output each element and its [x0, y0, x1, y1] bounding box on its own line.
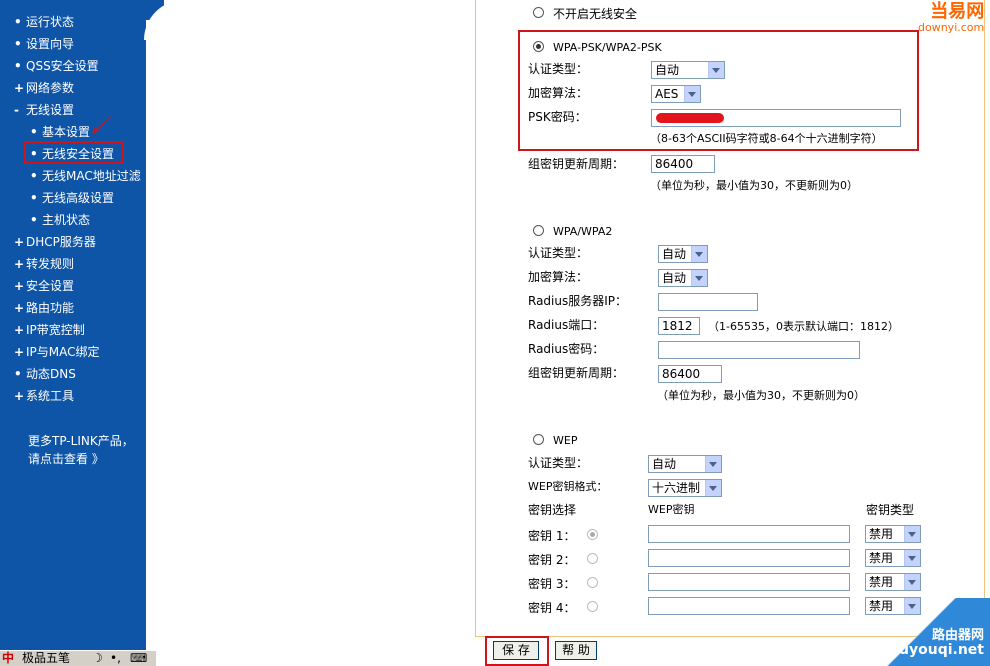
radius-password-input[interactable]	[658, 341, 860, 359]
radius-ip-input[interactable]	[658, 293, 758, 311]
radius-port-label: Radius端口：	[528, 318, 605, 332]
no-security-label: 不开启无线安全	[553, 7, 638, 21]
wpa-psk-auth-select[interactable]: 自动	[651, 61, 725, 79]
chevron-down-icon	[904, 574, 920, 590]
wep-key-2-input[interactable]	[648, 549, 850, 567]
wep-key-3-input[interactable]	[648, 573, 850, 591]
watermark-bottom-name: 路由器网	[931, 628, 984, 643]
chevron-down-icon	[684, 86, 700, 102]
radio-wpa[interactable]	[533, 225, 544, 236]
chevron-down-icon	[705, 456, 721, 472]
wpa-auth-select[interactable]: 自动	[658, 245, 708, 263]
radio-no-security[interactable]	[533, 7, 544, 18]
wep-key-3-radio[interactable]	[587, 577, 598, 588]
wpa-psk-title: WPA-PSK/WPA2-PSK	[553, 41, 662, 54]
wpa-psk-auth-label: 认证类型：	[528, 62, 589, 76]
wep-key-4-radio[interactable]	[587, 601, 598, 612]
wpa-psk-renew-hint: （单位为秒，最小值为30，不更新则为0）	[650, 179, 858, 192]
psk-hint: （8-63个ASCII码字符或8-64个十六进制字符）	[650, 132, 883, 145]
wpa-psk-enc-select[interactable]: AES	[651, 85, 701, 103]
watermark-top: 当易网 downyi.com	[918, 2, 984, 34]
ime-moon-icon[interactable]: ☽	[92, 651, 103, 666]
wep-key-2-type-select[interactable]: 禁用	[865, 549, 921, 567]
wep-key-1-type-select[interactable]: 禁用	[865, 525, 921, 543]
ime-keyboard-icon[interactable]: ⌨	[130, 651, 147, 666]
radius-port-hint: （1-65535，0表示默认端口：1812）	[708, 320, 899, 333]
wep-format-label: WEP密钥格式：	[528, 480, 608, 493]
wpa-title: WPA/WPA2	[553, 225, 613, 238]
radius-password-label: Radius密码：	[528, 342, 605, 356]
watermark-top-name: 当易网	[930, 1, 985, 22]
chevron-down-icon	[691, 270, 707, 286]
wpa-auth-label: 认证类型：	[528, 246, 589, 260]
wep-format-select[interactable]: 十六进制	[648, 479, 722, 497]
wpa-renew-hint: （单位为秒，最小值为30，不更新则为0）	[657, 389, 865, 402]
wep-key-2-label: 密钥 2：	[528, 553, 576, 567]
wep-col-key: WEP密钥	[648, 503, 695, 516]
wpa-psk-enc-label: 加密算法：	[528, 86, 589, 100]
wep-col-select: 密钥选择	[528, 503, 577, 517]
chevron-down-icon	[904, 526, 920, 542]
chevron-down-icon	[691, 246, 707, 262]
radius-port-input[interactable]: 1812	[658, 317, 700, 335]
wep-title: WEP	[553, 434, 578, 447]
psk-password-label: PSK密码：	[528, 110, 587, 124]
help-button[interactable]: 帮 助	[555, 641, 597, 660]
wpa-renew-input[interactable]: 86400	[658, 365, 722, 383]
chevron-down-icon	[708, 62, 724, 78]
watermark-bottom-url: luyouqi.net	[894, 642, 984, 658]
ime-label: 极品五笔	[22, 651, 71, 665]
save-button[interactable]: 保 存	[493, 641, 539, 660]
wep-auth-label: 认证类型：	[528, 456, 589, 470]
wep-key-1-input[interactable]	[648, 525, 850, 543]
wep-key-1-label: 密钥 1：	[528, 529, 576, 543]
wep-key-3-label: 密钥 3：	[528, 577, 576, 591]
wpa-enc-select[interactable]: 自动	[658, 269, 708, 287]
wep-key-4-input[interactable]	[648, 597, 850, 615]
watermark-bottom: 路由器网 luyouqi.net	[870, 598, 990, 666]
wep-key-2-radio[interactable]	[587, 553, 598, 564]
wpa-psk-renew-label: 组密钥更新周期：	[528, 157, 625, 171]
watermark-top-url: downyi.com	[918, 21, 985, 34]
wep-key-3-type-select[interactable]: 禁用	[865, 573, 921, 591]
chevron-down-icon	[705, 480, 721, 496]
ime-toolbar[interactable]: 中 极品五笔 ☽ •, ⌨	[0, 650, 156, 666]
chevron-down-icon	[904, 550, 920, 566]
wpa-renew-label: 组密钥更新周期：	[528, 366, 625, 380]
radio-wpa-psk[interactable]	[533, 41, 544, 52]
wep-auth-select[interactable]: 自动	[648, 455, 722, 473]
wpa-psk-renew-input[interactable]: 86400	[651, 155, 715, 173]
wep-key-1-radio[interactable]	[587, 529, 598, 540]
ime-punct-icon[interactable]: •,	[110, 651, 121, 666]
radius-ip-label: Radius服务器IP：	[528, 294, 628, 308]
redacted-password-scribble	[656, 113, 724, 123]
radio-wep[interactable]	[533, 434, 544, 445]
ime-logo-icon: 中	[2, 651, 15, 665]
wpa-enc-label: 加密算法：	[528, 270, 589, 284]
wep-key-4-label: 密钥 4：	[528, 601, 576, 615]
wep-col-type: 密钥类型	[866, 503, 915, 517]
